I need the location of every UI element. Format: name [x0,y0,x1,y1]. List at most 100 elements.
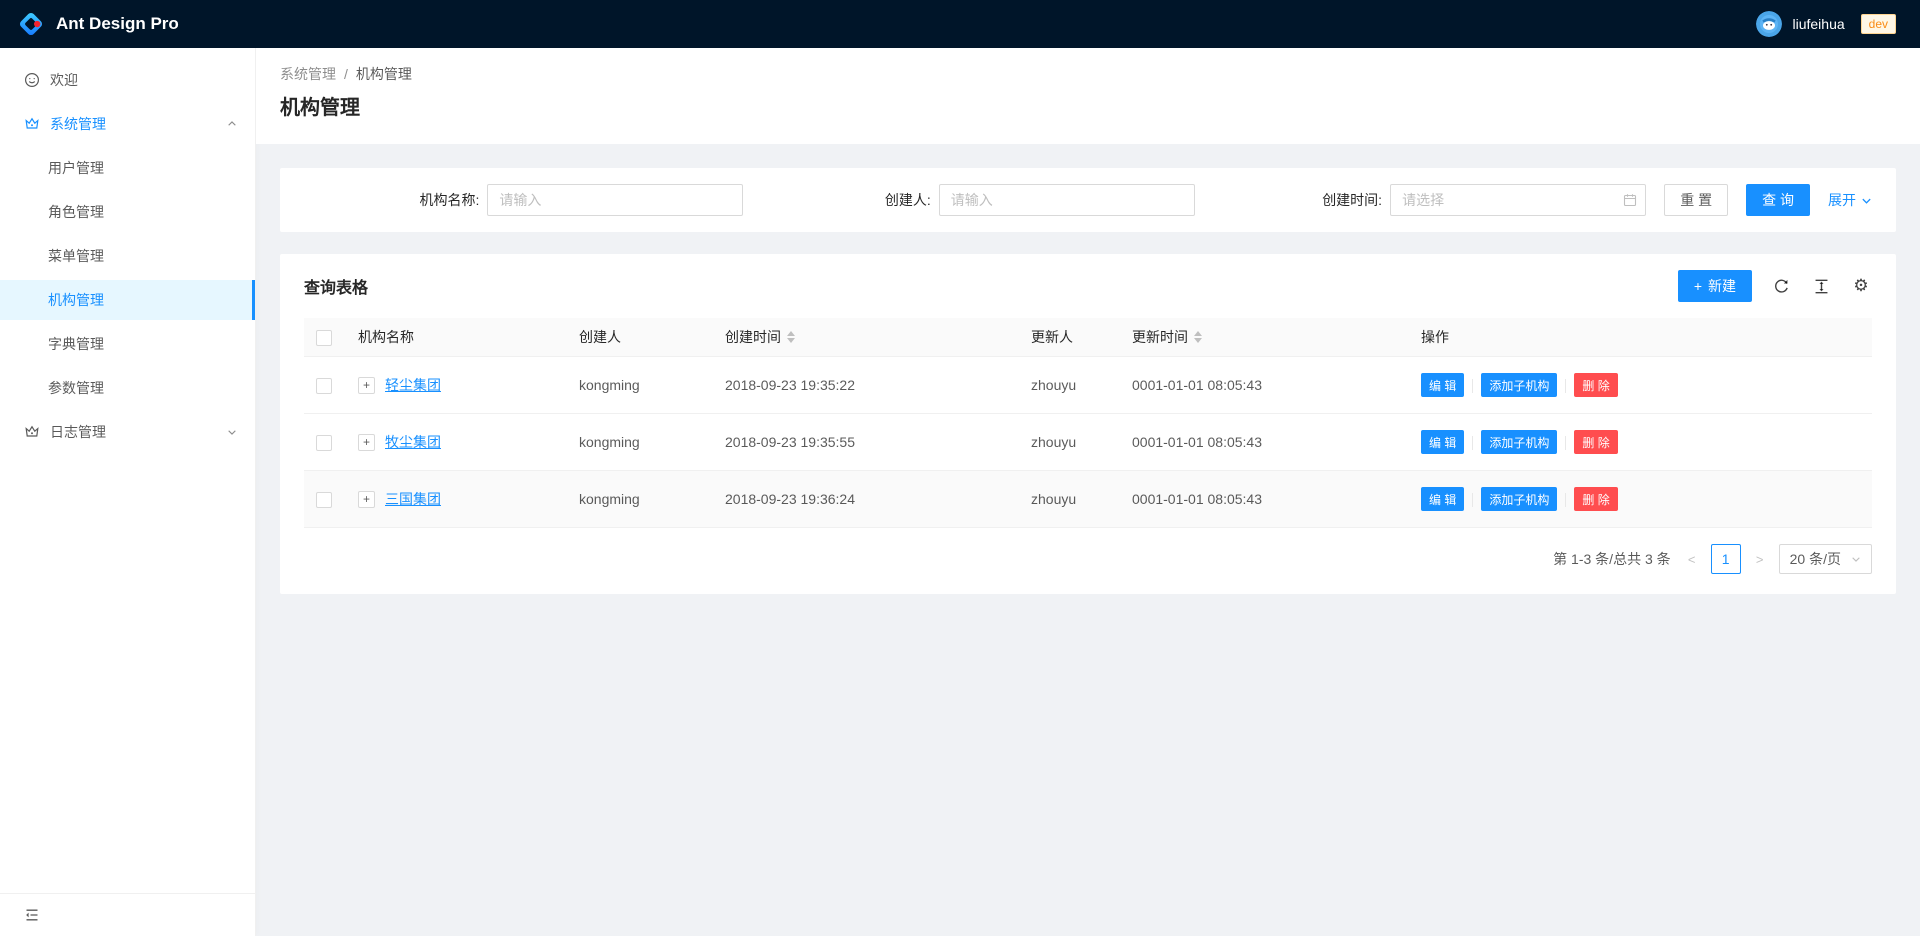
org-name-link[interactable]: 牧尘集团 [385,432,441,452]
col-actions: 操作 [1405,318,1872,357]
col-update-time: 更新时间 [1116,318,1405,357]
table-toolbar: 查询表格 + 新建 [280,254,1896,318]
sidebar-collapse-trigger[interactable] [0,893,255,936]
edit-button[interactable]: 编 辑 [1421,430,1464,454]
sidebar-item-param-mgmt[interactable]: 参数管理 [0,368,255,408]
row-checkbox[interactable] [316,492,332,508]
reset-button[interactable]: 重 置 [1664,184,1728,216]
page-number-1[interactable]: 1 [1711,544,1741,574]
crown-icon [24,424,40,440]
sidebar-item-label: 角色管理 [48,202,104,222]
breadcrumb-current: 机构管理 [356,66,412,82]
col-create-time-label: 创建时间 [725,327,781,347]
cell-create-time: 2018-09-23 19:36:24 [709,471,1015,528]
main-area: 系统管理 / 机构管理 机构管理 机构名称: 创建人: [256,48,1920,936]
field-create-time: 创建时间: [1207,184,1658,216]
cell-creator: kongming [563,414,709,471]
table-header-row: 机构名称 创建人 创建时间 更新人 更新时 [304,318,1872,357]
org-table: 机构名称 创建人 创建时间 更新人 更新时 [304,318,1872,528]
env-badge: dev [1861,14,1896,34]
divider [1472,379,1473,393]
sidebar-item-role-mgmt[interactable]: 角色管理 [0,192,255,232]
sidebar-item-dict-mgmt[interactable]: 字典管理 [0,324,255,364]
sidebar-group-system[interactable]: 系统管理 [0,104,255,144]
edit-button[interactable]: 编 辑 [1421,487,1464,511]
next-page-button[interactable]: > [1751,552,1769,567]
prev-page-button[interactable]: < [1683,552,1701,567]
cell-create-time: 2018-09-23 19:35:55 [709,414,1015,471]
add-child-org-button[interactable]: 添加子机构 [1481,487,1557,511]
expand-row-button[interactable]: + [358,434,375,451]
breadcrumb: 系统管理 / 机构管理 [280,64,1896,84]
cell-creator: kongming [563,471,709,528]
table-title: 查询表格 [304,274,368,298]
crown-icon [24,116,40,132]
divider [1565,379,1566,393]
select-all-checkbox[interactable] [316,330,332,346]
column-height-icon[interactable] [1810,275,1832,297]
divider [1472,493,1473,507]
col-update-time-label: 更新时间 [1132,327,1188,347]
sidebar-item-org-mgmt[interactable]: 机构管理 [0,280,255,320]
reload-icon[interactable] [1770,275,1792,297]
create-time-picker[interactable] [1390,184,1646,216]
col-create-time: 创建时间 [709,318,1015,357]
chevron-up-icon [227,119,237,129]
table-row: + 牧尘集团 kongming 2018-09-23 19:35:55 zhou… [304,414,1872,471]
sidebar-item-user-mgmt[interactable]: 用户管理 [0,148,255,188]
expand-row-button[interactable]: + [358,491,375,508]
ant-design-logo-icon [16,9,46,39]
add-child-org-button[interactable]: 添加子机构 [1481,430,1557,454]
creator-input[interactable] [939,184,1195,216]
pagination: 第 1-3 条/总共 3 条 < 1 > 20 条/页 [280,528,1896,594]
delete-button[interactable]: 删 除 [1574,430,1617,454]
org-name-link[interactable]: 轻尘集团 [385,375,441,395]
new-button[interactable]: + 新建 [1678,270,1752,302]
smile-icon [24,72,40,88]
search-form-card: 机构名称: 创建人: 创建时间: [280,168,1896,232]
avatar[interactable] [1756,11,1782,37]
sidebar-item-menu-mgmt[interactable]: 菜单管理 [0,236,255,276]
divider [1565,493,1566,507]
delete-button[interactable]: 删 除 [1574,373,1617,397]
add-child-org-button[interactable]: 添加子机构 [1481,373,1557,397]
org-name-link[interactable]: 三国集团 [385,489,441,509]
org-name-input[interactable] [487,184,743,216]
edit-button[interactable]: 编 辑 [1421,373,1464,397]
update-time-sorter[interactable]: 更新时间 [1132,327,1202,347]
sidebar-item-label: 机构管理 [48,290,104,310]
search-form-actions: 重 置 查 询 展开 [1664,184,1872,216]
toolbar-actions: + 新建 [1678,270,1872,302]
search-form: 机构名称: 创建人: 创建时间: [304,184,1658,216]
row-checkbox[interactable] [316,378,332,394]
create-time-sorter[interactable]: 创建时间 [725,327,795,347]
cell-updater: zhouyu [1015,471,1116,528]
expand-row-button[interactable]: + [358,377,375,394]
sidebar-item-welcome[interactable]: 欢迎 [0,60,255,100]
app-logo[interactable]: Ant Design Pro [16,9,179,39]
row-checkbox[interactable] [316,435,332,451]
user-menu[interactable]: liufeihua dev [1756,11,1896,37]
query-button[interactable]: 查 询 [1746,184,1810,216]
cell-updater: zhouyu [1015,414,1116,471]
cell-update-time: 0001-01-01 08:05:43 [1116,414,1405,471]
page-size-select[interactable]: 20 条/页 [1779,544,1872,574]
field-org-name: 机构名称: [304,184,755,216]
sort-carets-icon [787,331,795,343]
col-creator: 创建人 [563,318,709,357]
gear-icon[interactable]: ⚙ [1850,275,1872,297]
divider [1565,436,1566,450]
cell-update-time: 0001-01-01 08:05:43 [1116,357,1405,414]
breadcrumb-separator: / [344,66,348,82]
content: 机构名称: 创建人: 创建时间: [256,144,1920,936]
creator-label: 创建人: [885,190,931,210]
delete-button[interactable]: 删 除 [1574,487,1617,511]
pagination-summary: 第 1-3 条/总共 3 条 [1553,549,1670,569]
new-button-label: 新建 [1708,276,1736,296]
username[interactable]: liufeihua [1792,16,1844,32]
create-time-label: 创建时间: [1322,190,1382,210]
sidebar-group-logs[interactable]: 日志管理 [0,412,255,452]
breadcrumb-root[interactable]: 系统管理 [280,66,336,82]
chevron-down-icon [227,427,237,437]
expand-toggle[interactable]: 展开 [1828,190,1872,210]
